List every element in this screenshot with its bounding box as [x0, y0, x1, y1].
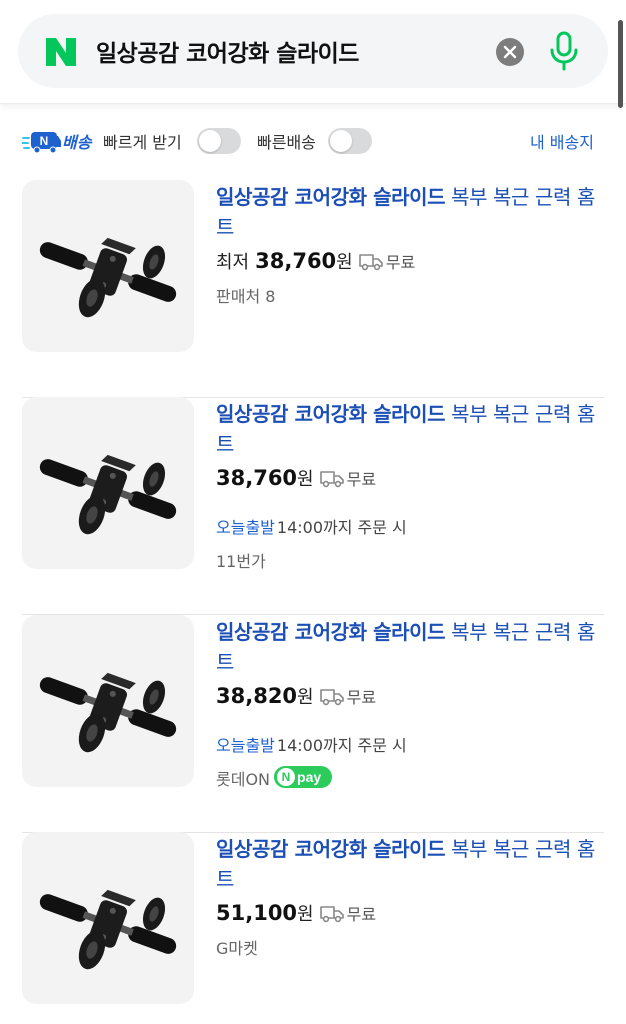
shipping-info: 오늘출발 14:00까지 주문 시: [216, 514, 407, 538]
npay-n-icon: N: [277, 768, 296, 786]
truck-icon: [319, 689, 344, 706]
product-price: 38,760: [216, 466, 298, 490]
currency-label: 원: [297, 904, 314, 925]
n-delivery-label: 배송: [62, 133, 92, 152]
product-image[interactable]: [22, 180, 194, 352]
truck-icon: [358, 254, 383, 271]
seller-line: 11번가N: [216, 548, 266, 572]
price-row: 51,100원 무료: [216, 900, 376, 930]
quick-delivery-label: 빠른배송: [257, 133, 316, 152]
shipping-fee: 무료: [346, 470, 377, 489]
price-prefix: 최저: [216, 252, 250, 273]
my-destination-link[interactable]: 내 배송지: [530, 129, 594, 153]
naver-logo-icon[interactable]: [44, 36, 78, 68]
currency-label: 원: [297, 687, 314, 708]
product-image[interactable]: [22, 832, 194, 1004]
ab-roller-image: [39, 237, 177, 318]
npay-badge: Npay: [274, 766, 333, 788]
ab-roller-image: [39, 889, 177, 970]
filter-row: N 배송 빠르게 받기 빠른배송 내 배송지: [0, 118, 626, 164]
product-image[interactable]: [22, 397, 194, 569]
currency-label: 원: [336, 252, 353, 273]
microphone-icon[interactable]: [548, 30, 580, 72]
npay-text: pay: [297, 769, 322, 785]
truck-icon: [319, 471, 344, 488]
order-cutoff: 14:00까지 주문 시: [276, 736, 407, 755]
toggle-knob: [330, 130, 352, 152]
today-ship-label: 오늘출발: [216, 736, 275, 755]
product-image[interactable]: [22, 615, 194, 787]
close-icon: [503, 45, 517, 59]
product-title[interactable]: 일상공감 코어강화 슬라이드 복부 복근 근력 홈트: [216, 834, 606, 894]
product-card[interactable]: 일상공감 코어강화 슬라이드 복부 복근 근력 홈트 51,100원 무료 G마켓…: [0, 832, 626, 1024]
search-query[interactable]: 일상공감 코어강화 슬라이드: [96, 34, 359, 68]
npay-letter: N: [281, 770, 291, 784]
toggle-knob: [199, 130, 221, 152]
order-cutoff: 14:00까지 주문 시: [276, 518, 407, 537]
shipping-info: 오늘출발 14:00까지 주문 시: [216, 732, 407, 756]
today-ship-label: 오늘출발: [216, 518, 275, 537]
truck-icon: [319, 906, 344, 923]
product-card[interactable]: 일상공감 코어강화 슬라이드 복부 복근 근력 홈트 38,820원 무료 오늘출…: [0, 615, 626, 833]
product-title-keyword: 일상공감 코어강화 슬라이드: [216, 837, 446, 861]
price-row: 38,760원 무료: [216, 465, 376, 495]
product-title[interactable]: 일상공감 코어강화 슬라이드 복부 복근 근력 홈트: [216, 182, 606, 242]
ab-roller-image: [39, 672, 177, 753]
n-badge-letter: N: [40, 134, 49, 148]
n-delivery-icon: N: [22, 132, 61, 154]
ab-roller-image: [39, 454, 177, 535]
search-header: 일상공감 코어강화 슬라이드: [0, 0, 626, 108]
shipping-fee: 무료: [346, 905, 377, 924]
price-row: 38,820원 무료: [216, 683, 376, 713]
product-title[interactable]: 일상공감 코어강화 슬라이드 복부 복근 근력 홈트: [216, 617, 606, 677]
product-card[interactable]: 일상공감 코어강화 슬라이드 복부 복근 근력 홈트 최저 38,760원 무료 판…: [0, 180, 626, 398]
seller-name[interactable]: 롯데ON: [216, 770, 270, 789]
price-row: 최저 38,760원 무료: [216, 248, 415, 278]
shipping-fee: 무료: [346, 688, 377, 707]
fast-delivery-label: 빠르게 받기: [103, 133, 182, 152]
product-title-keyword: 일상공감 코어강화 슬라이드: [216, 402, 446, 426]
seller-line: G마켓N: [216, 935, 258, 959]
product-title-keyword: 일상공감 코어강화 슬라이드: [216, 185, 446, 209]
quick-delivery-toggle[interactable]: [328, 128, 372, 154]
product-title-keyword: 일상공감 코어강화 슬라이드: [216, 620, 446, 644]
seller-line: 롯데ON Npay: [216, 766, 333, 790]
fast-delivery-toggle[interactable]: [197, 128, 241, 154]
shipping-fee: 무료: [385, 253, 416, 272]
seller-line: 판매처 8N: [216, 283, 275, 307]
product-title[interactable]: 일상공감 코어강화 슬라이드 복부 복근 근력 홈트: [216, 399, 606, 459]
product-price: 38,760: [255, 249, 337, 273]
product-card[interactable]: 일상공감 코어강화 슬라이드 복부 복근 근력 홈트 38,760원 무료 오늘출…: [0, 397, 626, 615]
product-price: 51,100: [216, 901, 298, 925]
currency-label: 원: [297, 469, 314, 490]
scrollbar[interactable]: [618, 20, 623, 108]
seller-name[interactable]: 11번가: [216, 552, 266, 571]
product-price: 38,820: [216, 684, 298, 708]
seller-name[interactable]: G마켓: [216, 939, 258, 958]
seller-name[interactable]: 판매처 8: [216, 287, 275, 306]
clear-search-button[interactable]: [496, 38, 524, 66]
